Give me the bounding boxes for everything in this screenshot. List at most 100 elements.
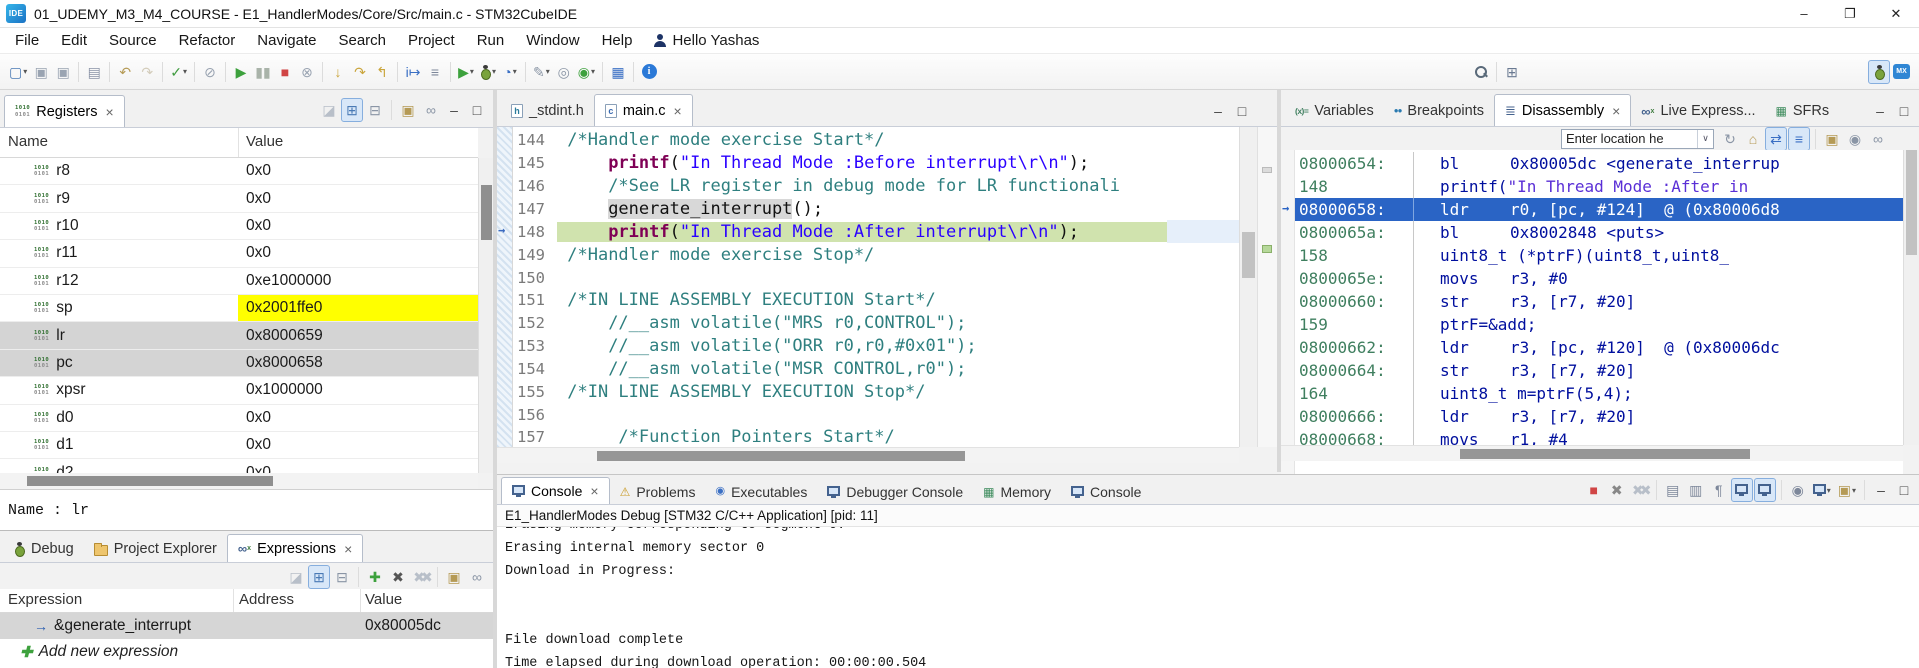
disassembly-instruction-row[interactable]: 08000666: ldr r3, [r7, #20] (1295, 405, 1903, 428)
menu-search[interactable]: Search (327, 30, 397, 51)
link-with-debug-button[interactable]: ∞ (420, 98, 442, 122)
refresh-button[interactable]: ↻ (1719, 127, 1741, 151)
view-tab-debug[interactable]: Debug (4, 536, 84, 562)
tab-registers[interactable]: 1010 0101 Registers × (4, 95, 125, 127)
editor-annotation-gutter[interactable] (497, 127, 513, 447)
minimize-button[interactable]: – (443, 98, 465, 122)
launch-config-button[interactable]: ✓ ▾ (167, 60, 190, 84)
link-with-debug-button[interactable]: ∞ (466, 565, 488, 589)
link-with-debug-button[interactable]: ∞ (1867, 127, 1889, 151)
undo-button[interactable]: ↶ (114, 60, 136, 84)
console-tab-debugger-console[interactable]: Debugger Console (817, 479, 973, 504)
close-icon[interactable]: × (674, 103, 682, 119)
editor-horizontal-scrollbar[interactable] (497, 447, 1239, 463)
disassembly-instruction-row[interactable]: 08000664: str r3, [r7, #20] (1295, 359, 1903, 382)
code-line-144[interactable]: 144 /*Handler mode exercise Start*/ (513, 129, 1239, 152)
registers-horizontal-scrollbar[interactable] (0, 473, 478, 489)
word-wrap-button[interactable]: ¶ (1708, 478, 1730, 502)
home-button[interactable]: ⌂ (1742, 127, 1764, 151)
code-line-145[interactable]: 145 printf("In Thread Mode :Before inter… (513, 152, 1239, 175)
close-icon[interactable]: × (1612, 103, 1620, 119)
menu-refactor[interactable]: Refactor (168, 30, 247, 51)
save-all-button[interactable]: ▣ (52, 60, 74, 84)
instruction-stepping-button[interactable]: i↦ (402, 60, 424, 84)
location-input[interactable]: Enter location he (1562, 131, 1697, 146)
maximize-window-button[interactable]: ❐ (1827, 0, 1873, 27)
show-console-on-stderr-button[interactable] (1753, 478, 1776, 502)
code-line-147[interactable]: 147 generate_interrupt(); (513, 198, 1239, 221)
close-icon[interactable]: × (590, 483, 598, 499)
maximize-button[interactable]: □ (1893, 99, 1915, 123)
registers-vertical-scrollbar[interactable] (478, 158, 493, 473)
register-row-r8[interactable]: 1010 0101 r8 0x0 (0, 158, 478, 186)
step-over-button[interactable]: ↷ (349, 60, 371, 84)
disassembly-instruction-row[interactable]: 08000654: bl 0x80005dc <generate_interrup (1295, 152, 1903, 175)
information-button[interactable]: i (638, 60, 660, 84)
minimize-button[interactable]: – (1869, 99, 1891, 123)
maximize-button[interactable]: □ (466, 98, 488, 122)
close-icon[interactable]: × (344, 541, 352, 557)
layout-tree-button[interactable]: ⊞ (308, 565, 330, 589)
code-editor[interactable]: → 144 /*Handler mode exercise Start*/145… (497, 127, 1277, 447)
register-row-r11[interactable]: 1010 0101 r11 0x0 (0, 240, 478, 268)
maximize-button[interactable]: □ (1231, 99, 1253, 123)
register-row-d2[interactable]: 10100101d2 0x0 (0, 459, 478, 473)
expression-row[interactable]: → &generate_interrupt 0x80005dc (0, 613, 493, 639)
open-element-button[interactable]: ◎ (553, 60, 575, 84)
editor-tab-main-c[interactable]: c main.c × (593, 94, 693, 126)
skip-all-breakpoints-button[interactable]: ⊘ (199, 60, 221, 84)
view-tab-disassembly[interactable]: ≣ Disassembly × (1493, 94, 1632, 126)
code-line-146[interactable]: 146 /*See LR register in debug mode for … (513, 175, 1239, 198)
disassembly-instruction-row[interactable]: 08000660: str r3, [r7, #20] (1295, 290, 1903, 313)
register-row-sp[interactable]: 1010 0101 sp 0x2001ffe0 (0, 295, 478, 323)
menu-run[interactable]: Run (466, 30, 516, 51)
view-tab-live-express[interactable]: ∞ x Live Express... (1631, 96, 1765, 126)
minimize-window-button[interactable]: – (1781, 0, 1827, 27)
new-cpp-element-button[interactable]: ✎ ▾ (530, 60, 553, 84)
collapse-all-button[interactable]: ⊟ (364, 98, 386, 122)
view-tab-sfrs[interactable]: ▦ SFRs (1766, 96, 1840, 126)
view-tab-expressions[interactable]: ∞ x Expressions × (226, 534, 364, 562)
location-combo[interactable]: Enter location he ∨ (1561, 128, 1714, 149)
menu-help[interactable]: Help (591, 30, 644, 51)
console-tab-executables[interactable]: ◉ Executables (705, 479, 817, 504)
view-tab-breakpoints[interactable]: ●● Breakpoints (1384, 96, 1494, 126)
maximize-button[interactable]: □ (1893, 478, 1915, 502)
menu-navigate[interactable]: Navigate (246, 30, 327, 51)
disassembly-horizontal-scrollbar[interactable] (1281, 445, 1903, 461)
profile-button[interactable]: ◔ ▾ (499, 60, 521, 84)
code-line-153[interactable]: 153 //__asm volatile("ORR r0,r0,#0x01"); (513, 335, 1239, 358)
menu-source[interactable]: Source (98, 30, 168, 51)
code-line-155[interactable]: 155 /*IN LINE ASSEMBLY EXECUTION Stop*/ (513, 380, 1239, 403)
disassembly-listing[interactable]: 08000654: bl 0x80005dc <generate_interrup 1… (1281, 150, 1903, 474)
chevron-down-icon[interactable]: ∨ (1697, 129, 1713, 148)
add-expression-button[interactable]: ✚ (364, 565, 386, 589)
register-row-d0[interactable]: 1010 0101 d0 0x0 (0, 405, 478, 432)
console-tab-console[interactable]: Console × (501, 477, 610, 504)
debug-button[interactable]: ▾ (477, 60, 499, 84)
menu-window[interactable]: Window (515, 30, 590, 51)
collapse-all-button[interactable]: ⊟ (331, 565, 353, 589)
redo-button[interactable]: ↷ (136, 60, 158, 84)
run-button[interactable]: ▶ ▾ (455, 60, 477, 84)
perspective-device-config-button[interactable]: MX (1890, 60, 1913, 84)
open-new-view-button[interactable]: ▣ (397, 98, 419, 122)
disassembly-source-row[interactable]: 159 ptrF=&add; (1295, 313, 1903, 336)
code-line-149[interactable]: 149 /*Handler mode exercise Stop*/ (513, 243, 1239, 266)
close-window-button[interactable]: ✕ (1873, 0, 1919, 27)
save-button[interactable]: ▣ (30, 60, 52, 84)
pin-console-button[interactable]: ◉ (1787, 478, 1809, 502)
disassembly-instruction-row[interactable]: 0800065e: movs r3, #0 (1295, 267, 1903, 290)
search-button[interactable] (1470, 60, 1492, 84)
remove-expression-button[interactable]: ✖ (387, 565, 409, 589)
code-line-150[interactable]: 150 (513, 266, 1239, 289)
register-row-xpsr[interactable]: 1010 0101 xpsr 0x1000000 (0, 377, 478, 405)
register-row-r10[interactable]: 1010 0101 r10 0x0 (0, 213, 478, 241)
open-console-button[interactable]: ▣ ▾ (1835, 478, 1859, 502)
disassembly-source-row[interactable]: 148 printf("In Thread Mode :After in (1295, 175, 1903, 198)
show-console-on-stdout-button[interactable] (1730, 478, 1753, 502)
add-new-expression-row[interactable]: ✚ Add new expression (0, 639, 493, 665)
view-tab-project-explorer[interactable]: Project Explorer (84, 536, 227, 562)
menu-edit[interactable]: Edit (50, 30, 98, 51)
new-button[interactable]: ▢ ▾ (6, 60, 30, 84)
